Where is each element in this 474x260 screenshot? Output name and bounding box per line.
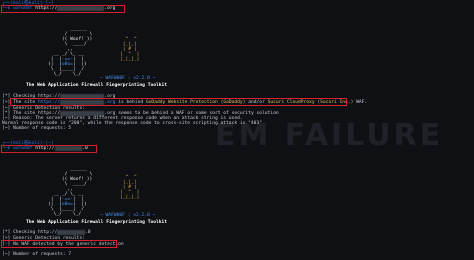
- highlight-box: [1, 145, 97, 153]
- toolkit-subtitle: The Web Application Firewall Fingerprint…: [26, 83, 168, 88]
- checking-line: [*] Checking http://xxxxxxxxxx.0: [2, 230, 91, 235]
- result-end: WAF.: [353, 100, 368, 105]
- redacted-host: xxxxxxxxxx: [57, 230, 85, 235]
- checking-text: [*] Checking http://: [2, 230, 58, 235]
- highlight-box: [1, 5, 125, 13]
- terminal-window: EM FAILURE ┌──(kali㉿kali)-[~] └─$ wafw00…: [0, 0, 474, 260]
- requests-count: [~] Number of requests: 7: [2, 252, 72, 257]
- ascii-art-dog: ______ / \ (( Woof! )) \ ____/ ,, __ _/ …: [48, 27, 93, 77]
- requests-count: [~] Number of requests: 5: [2, 126, 72, 131]
- highlight-box: [1, 240, 117, 248]
- toolkit-subtitle: The Web Application Firewall Fingerprint…: [26, 220, 168, 225]
- ascii-art-castle: ^ ^ |_|_| | # | | ^ | |_|_|_|: [120, 37, 140, 62]
- version-line: ~ WAFW00F : v2.2.0 ~: [100, 76, 156, 81]
- ascii-art-castle: ^ ^ |_|_| | # | | ^ | |_|_|_|: [120, 175, 140, 200]
- checking-tail: .0: [85, 230, 91, 235]
- version-line: ~ WAFW00F : v2.2.0 ~: [100, 213, 156, 218]
- highlight-box: [10, 98, 347, 106]
- ascii-art-dog: ______ / \ (( Woof! )) \ ____/ ,, __ _/ …: [48, 167, 93, 217]
